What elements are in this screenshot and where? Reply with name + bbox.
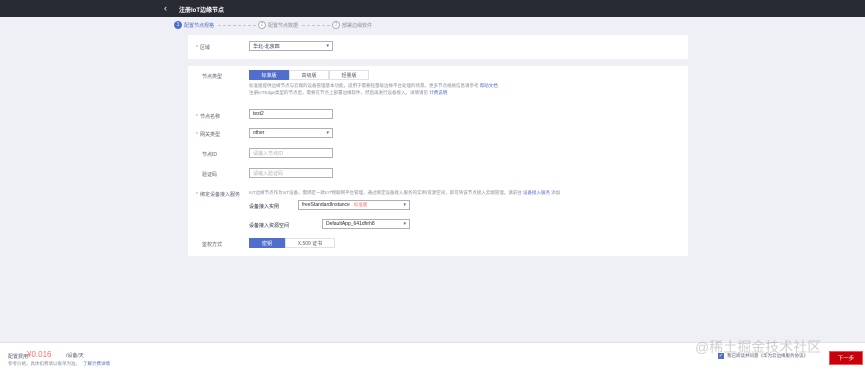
- node-type-description: 标准版提供边缘节点与云端的设备管理基本功能，适用于需要轻量级边缘平台处理的场景。…: [249, 83, 498, 95]
- verify-code-label: 验证码: [202, 172, 218, 178]
- access-service-description: IoT边缘节点作为IoT设备，需绑定一款IoT物联网平台管理，通过绑定设备接入服…: [249, 190, 561, 195]
- auth-selector: 密钥 X.509 证书: [249, 238, 335, 248]
- space-value: DefaultApp_641dhrh8: [326, 221, 375, 227]
- node-id-input[interactable]: 请输入节点ID: [249, 148, 333, 158]
- fee-unit: /设备/天: [66, 353, 84, 359]
- fee-note: 参考价格，具体扣费请以账单为准。 了解计费详情: [8, 361, 110, 366]
- chevron-down-icon: ▾: [326, 43, 329, 49]
- instance-label: 设备接入实例: [249, 204, 280, 210]
- step-1: 1 配置节点规格: [174, 19, 214, 31]
- fee-value: ¥0.016: [27, 350, 52, 359]
- access-service-link[interactable]: 设备接入服务: [523, 190, 550, 195]
- node-id-label: 节点ID: [202, 152, 218, 158]
- chevron-left-icon[interactable]: ‹: [164, 3, 167, 13]
- instance-tag: 标准版: [353, 202, 368, 207]
- page-title: 注册IoT边缘节点: [179, 8, 224, 14]
- access-service-label: * 绑定设备接入服务: [196, 192, 240, 198]
- step-indicator: 1 配置节点规格 2 配置节点数据 3 部署边缘软件: [174, 19, 694, 31]
- step-3-label: 部署边缘软件: [342, 22, 373, 29]
- gateway-type-label: * 网关类型: [196, 132, 220, 138]
- node-name-input[interactable]: test2: [249, 109, 333, 119]
- region-value: 华北-北京四: [253, 43, 280, 50]
- next-button[interactable]: 下一步: [829, 351, 863, 365]
- region-card: * 区域 华北-北京四 ▾: [188, 35, 688, 59]
- chevron-down-icon: ▾: [326, 130, 329, 136]
- chevron-down-icon: ▾: [403, 202, 406, 208]
- gateway-type-value: other: [253, 130, 265, 136]
- node-type-lite[interactable]: 轻量版: [329, 70, 369, 80]
- help-doc-link[interactable]: 帮助文档: [480, 83, 498, 88]
- node-type-standard[interactable]: 标准版: [249, 70, 289, 80]
- region-select[interactable]: 华北-北京四 ▾: [249, 41, 333, 51]
- billing-link[interactable]: 计费说明: [429, 90, 447, 95]
- auth-secret-option[interactable]: 密钥: [249, 238, 285, 248]
- step-1-number: 1: [174, 21, 182, 29]
- space-select[interactable]: DefaultApp_641dhrh8 ▾: [322, 219, 410, 229]
- step-1-label: 配置节点规格: [184, 22, 215, 29]
- step-2-number: 2: [258, 21, 266, 29]
- step-connector: [302, 25, 330, 26]
- instance-value: freeStandardInstance 标准版: [302, 202, 368, 208]
- auth-x509-option[interactable]: X.509 证书: [285, 238, 335, 248]
- step-3-number: 3: [332, 21, 340, 29]
- node-config-card: 节点类型 标准版 高级版 轻量版 标准版提供边缘节点与云端的设备管理基本功能，适…: [188, 66, 688, 256]
- node-type-advanced[interactable]: 高级版: [289, 70, 329, 80]
- gateway-type-select[interactable]: other ▾: [249, 128, 333, 138]
- step-3: 3 部署边缘软件: [332, 19, 372, 31]
- watermark: @稀土掘金技术社区: [695, 339, 822, 355]
- region-label: * 区域: [196, 45, 210, 51]
- node-type-selector: 标准版 高级版 轻量版: [249, 70, 369, 80]
- node-type-label: 节点类型: [202, 74, 223, 80]
- top-bar: ‹ 注册IoT边缘节点: [0, 0, 865, 17]
- instance-select[interactable]: freeStandardInstance 标准版 ▾: [298, 200, 410, 210]
- step-2-label: 配置节点数据: [268, 22, 299, 29]
- step-connector: [218, 25, 256, 26]
- fee-detail-link[interactable]: 了解计费详情: [83, 361, 110, 366]
- auth-label: 鉴权方式: [202, 242, 223, 248]
- verify-code-input[interactable]: 请输入验证码: [249, 168, 333, 178]
- space-label: 设备接入资源空间: [249, 223, 290, 229]
- chevron-down-icon: ▾: [403, 221, 406, 227]
- node-name-label: * 节点名称: [196, 114, 220, 120]
- step-2: 2 配置节点数据: [258, 19, 298, 31]
